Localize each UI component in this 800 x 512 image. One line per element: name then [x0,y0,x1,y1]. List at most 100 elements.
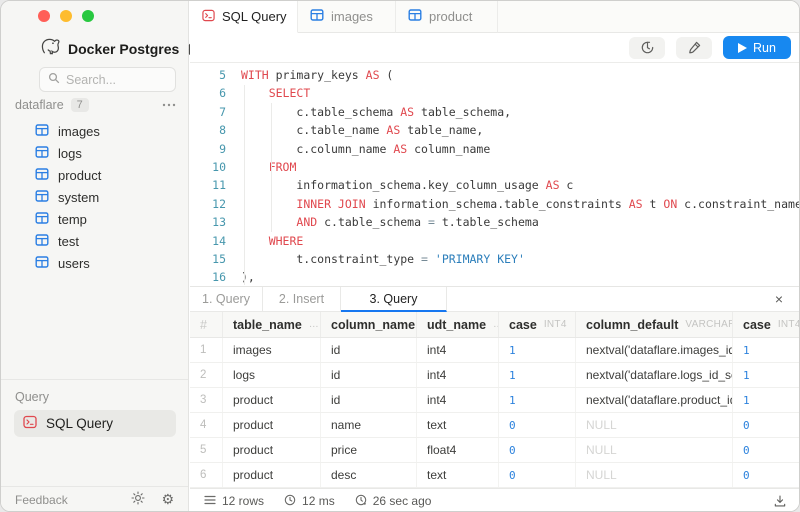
column-name: column_name [331,318,415,332]
line-number: 7 [190,103,226,121]
table-row[interactable]: 6productdesctext0NULL0 [190,463,800,488]
column-header-case[interactable]: caseINT4 [733,312,800,337]
result-tab-2[interactable]: 2. Insert [263,287,341,312]
table-icon [35,145,49,162]
code-text: t.constraint_type = 'PRIMARY KEY' [241,252,525,266]
table-cell: 0 [733,413,800,437]
rows-icon [204,494,216,508]
line-number: 9 [190,140,226,158]
run-button[interactable]: Run [723,36,791,59]
table-row[interactable]: 1imagesidint41nextval('dataflare.images_… [190,338,800,363]
sidebar-item-sql-query[interactable]: SQL Query [14,410,176,437]
sidebar-item-test[interactable]: test [9,230,180,252]
table-cell: int4 [417,363,499,387]
history-button[interactable] [629,37,665,59]
column-type: VARCHAR [685,319,733,330]
code-text: WITH primary_keys AS ( [241,68,393,82]
table-cell: 1 [733,338,800,362]
table-cell: float4 [417,438,499,462]
sidebar-item-label: users [58,256,90,271]
code-line: 15 t.constraint_type = 'PRIMARY KEY' [190,250,800,268]
tab-label: images [331,9,373,24]
column-header-column_default[interactable]: column_default VARCHAR [576,312,733,337]
column-header-index[interactable]: # [190,312,223,337]
settings-gear-icon[interactable]: ⚙ [161,493,174,507]
theme-toggle-icon[interactable] [131,491,145,510]
table-cell: text [417,463,499,487]
column-header-column_name[interactable]: column_name… [321,312,417,337]
table-cell: 0 [499,438,576,462]
column-header-case[interactable]: caseINT4 [499,312,576,337]
code-line: 10 FROM [190,158,800,176]
line-number: 16 [190,268,226,286]
sidebar-item-system[interactable]: system [9,186,180,208]
code-text: INNER JOIN information_schema.table_cons… [241,197,800,211]
time-ago-icon [355,494,367,509]
table-cell: product [223,438,321,462]
table-cell: 3 [190,388,223,412]
feedback-link[interactable]: Feedback [15,493,68,507]
table-cell: NULL [576,463,733,487]
table-cell: 6 [190,463,223,487]
table-row[interactable]: 3productidint41nextval('dataflare.produc… [190,388,800,413]
result-tab-3[interactable]: 3. Query [341,287,447,312]
schema-group-row[interactable]: dataflare 7 [15,96,176,114]
sidebar-footer: Feedback ⚙ [1,486,188,512]
line-number: 8 [190,121,226,139]
sidebar-item-users[interactable]: users [9,252,180,274]
code-text: SELECT [241,86,310,100]
column-name: column_default [586,318,678,332]
more-icon[interactable] [162,103,176,107]
table-cell: product [223,388,321,412]
line-number: 5 [190,66,226,84]
table-cell: product [223,463,321,487]
sql-editor[interactable]: 5WITH primary_keys AS (6 SELECT7 c.table… [190,64,800,286]
sidebar-item-product[interactable]: product [9,164,180,186]
table-cell: 0 [499,413,576,437]
code-line: 7 c.table_schema AS table_schema, [190,103,800,121]
sidebar-item-temp[interactable]: temp [9,208,180,230]
close-window-button[interactable] [38,10,50,22]
tab-images[interactable]: images [298,1,396,33]
table-row[interactable]: 2logsidint41nextval('dataflare.logs_id_s… [190,363,800,388]
minimize-window-button[interactable] [60,10,72,22]
code-line: 14 WHERE [190,232,800,250]
table-icon [35,255,49,272]
search-input[interactable]: Search... [39,67,176,92]
sql-terminal-icon [23,415,37,432]
code-text: c.table_name AS table_name, [241,123,483,137]
table-icon [35,211,49,228]
code-line: 13 AND c.table_schema = t.table_schema [190,213,800,231]
result-tab-1[interactable]: 1. Query [190,287,263,312]
column-header-table_name[interactable]: table_name… [223,312,321,337]
table-cell: 0 [499,463,576,487]
table-cell: nextval('dataflare.logs_id_seq'… [576,363,733,387]
download-icon[interactable] [773,494,787,508]
tab-sql-query[interactable]: SQL Query× [190,1,298,33]
table-cell: id [321,338,417,362]
table-cell: NULL [576,413,733,437]
column-name: case [509,318,537,332]
table-icon [35,233,49,250]
sidebar-item-logs[interactable]: logs [9,142,180,164]
results-table: 1imagesidint41nextval('dataflare.images_… [190,338,800,488]
column-header-udt_name[interactable]: udt_name… [417,312,499,337]
schema-name: dataflare [15,98,64,112]
close-results-icon[interactable]: × [775,292,783,306]
table-cell: int4 [417,338,499,362]
line-number: 12 [190,195,226,213]
play-icon [738,43,747,53]
tab-label: SQL Query [222,9,287,24]
table-row[interactable]: 4productnametext0NULL0 [190,413,800,438]
format-button[interactable] [676,37,712,59]
sidebar-item-label: logs [58,146,82,161]
zoom-window-button[interactable] [82,10,94,22]
table-cell: 2 [190,363,223,387]
table-cell: 1 [499,363,576,387]
row-count-status: 12 rows [204,494,264,508]
query-section-label: Query [15,390,49,404]
table-row[interactable]: 5productpricefloat40NULL0 [190,438,800,463]
sidebar-item-images[interactable]: images [9,120,180,142]
table-cell: nextval('dataflare.product_id_… [576,388,733,412]
tab-product[interactable]: product [396,1,498,33]
